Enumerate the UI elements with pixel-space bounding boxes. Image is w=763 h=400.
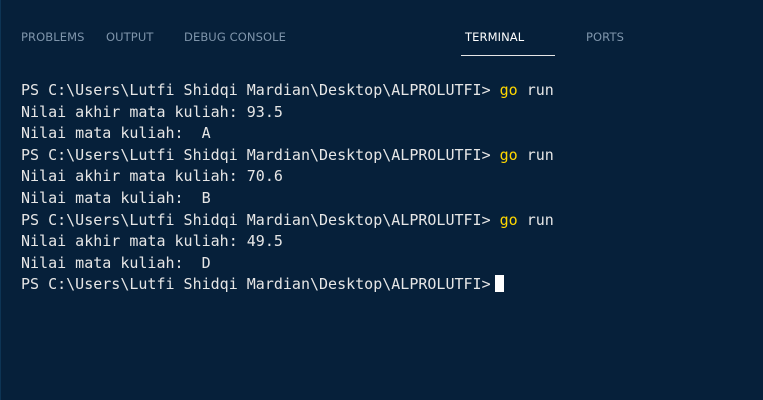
prompt-path: PS C:\Users\Lutfi Shidqi Mardian\Desktop… — [21, 145, 500, 164]
terminal-output-line: Nilai akhir mata kuliah: 93.5 — [21, 102, 283, 121]
prompt-path: PS C:\Users\Lutfi Shidqi Mardian\Desktop… — [21, 275, 491, 294]
terminal-prompt-line: PS C:\Users\Lutfi Shidqi Mardian\Desktop… — [21, 80, 763, 102]
tab-problems[interactable]: PROBLEMS — [21, 30, 85, 44]
command-args: run — [517, 145, 554, 164]
prompt-path: PS C:\Users\Lutfi Shidqi Mardian\Desktop… — [21, 210, 500, 229]
tab-ports[interactable]: PORTS — [586, 30, 624, 44]
terminal-output-line: Nilai mata kuliah: A — [21, 124, 211, 143]
command-args: run — [517, 81, 554, 99]
terminal-panel: PROBLEMS OUTPUT DEBUG CONSOLE TERMINAL P… — [0, 0, 763, 400]
panel-tab-bar: PROBLEMS OUTPUT DEBUG CONSOLE TERMINAL P… — [1, 0, 763, 62]
terminal-output-line: Nilai akhir mata kuliah: 49.5 — [21, 232, 283, 251]
terminal-output[interactable]: PS C:\Users\Lutfi Shidqi Mardian\Desktop… — [21, 80, 763, 296]
command-name: go — [499, 145, 518, 164]
terminal-output-line: Nilai mata kuliah: D — [21, 253, 211, 272]
terminal-prompt-line: PS C:\Users\Lutfi Shidqi Mardian\Desktop… — [21, 145, 763, 167]
terminal-prompt-line: PS C:\Users\Lutfi Shidqi Mardian\Desktop… — [21, 274, 763, 296]
tab-debug-console[interactable]: DEBUG CONSOLE — [184, 30, 286, 44]
command-name: go — [499, 210, 518, 229]
terminal-prompt-line: PS C:\Users\Lutfi Shidqi Mardian\Desktop… — [21, 210, 763, 232]
active-tab-indicator — [461, 55, 555, 56]
prompt-path: PS C:\Users\Lutfi Shidqi Mardian\Desktop… — [21, 81, 500, 99]
tab-terminal[interactable]: TERMINAL — [465, 30, 524, 44]
terminal-output-line: Nilai mata kuliah: B — [21, 188, 211, 207]
terminal-cursor — [494, 275, 504, 293]
tab-output[interactable]: OUTPUT — [106, 30, 153, 44]
command-args: run — [517, 210, 554, 229]
command-name: go — [499, 81, 518, 99]
terminal-output-line: Nilai akhir mata kuliah: 70.6 — [21, 167, 283, 186]
